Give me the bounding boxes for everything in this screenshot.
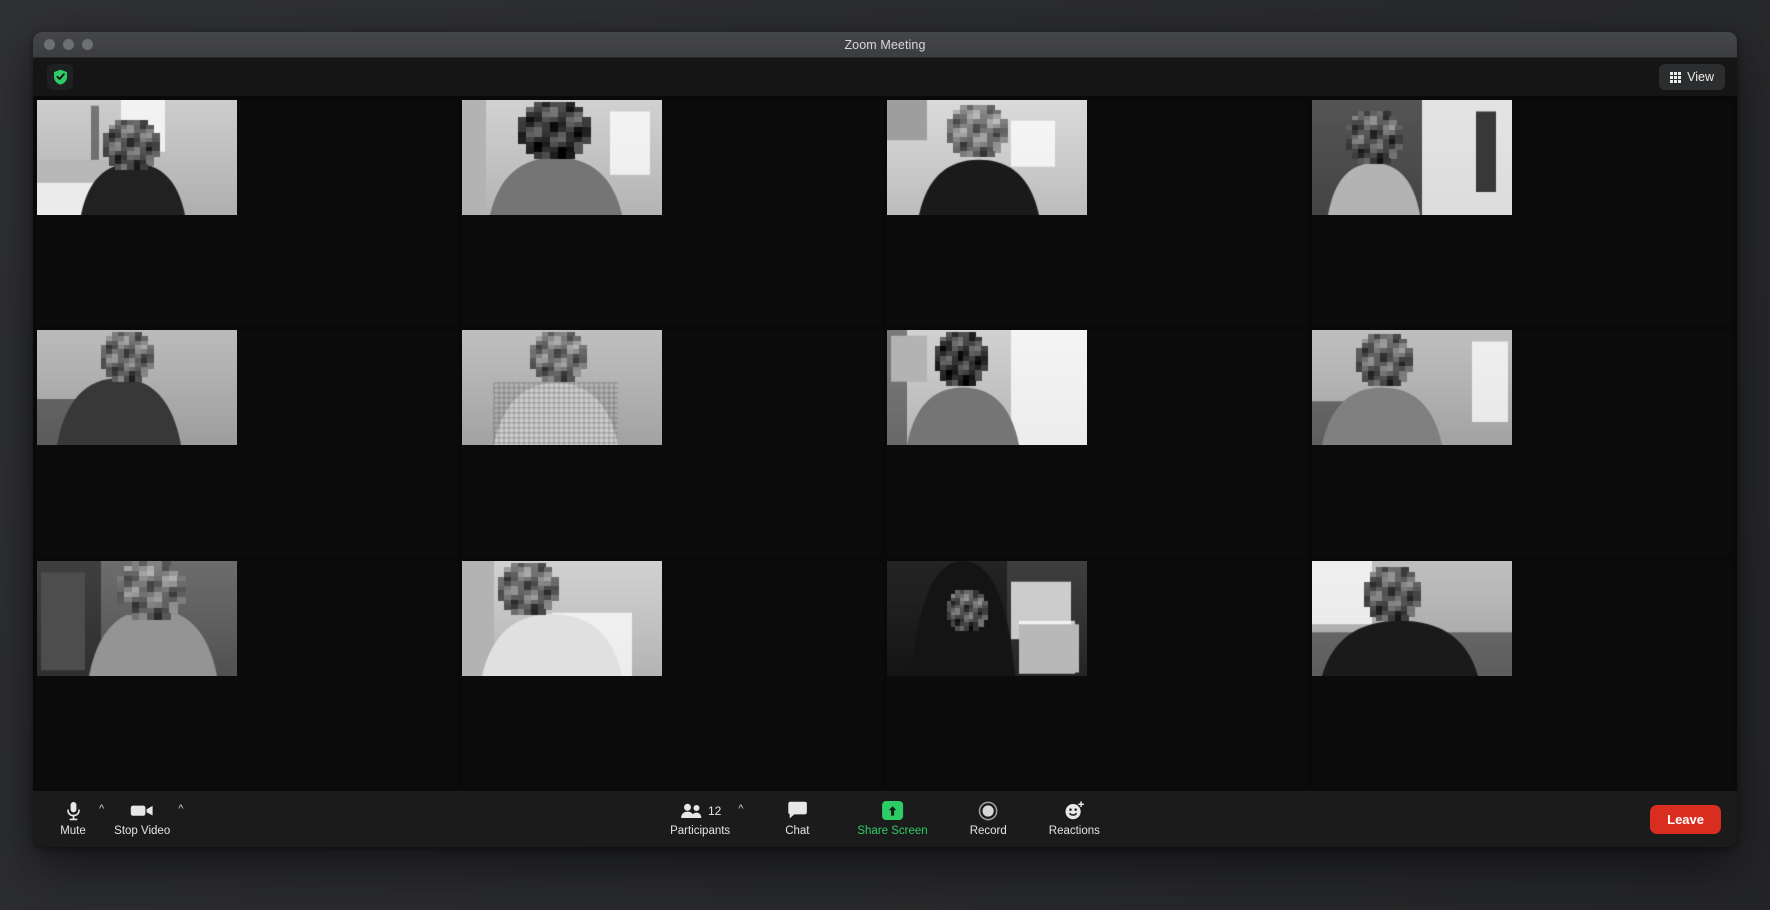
meeting-header: View	[33, 58, 1737, 96]
video-control-group: Stop Video ^	[108, 798, 183, 840]
toolbar-left-group: Mute ^ Stop Video ^	[49, 798, 183, 840]
reactions-smiley-icon	[1064, 800, 1085, 821]
share-screen-icon	[882, 800, 903, 821]
participants-options-chevron-up-icon[interactable]: ^	[738, 804, 743, 815]
view-button[interactable]: View	[1659, 64, 1725, 90]
desktop-background: Zoom Meeting View Mute ^ Stop Video ^ 12…	[0, 0, 1770, 910]
meeting-toolbar: Mute ^ Stop Video ^ 12 Participants ^ Ch…	[33, 790, 1737, 847]
close-window-button[interactable]	[44, 39, 55, 50]
video-tile[interactable]	[462, 100, 883, 326]
stop-video-label: Stop Video	[114, 825, 170, 838]
grid-icon	[1670, 72, 1681, 83]
record-button[interactable]: Record	[964, 798, 1013, 840]
toolbar-right-group: Leave	[1650, 805, 1721, 834]
video-tile[interactable]	[462, 330, 883, 556]
mute-label: Mute	[60, 825, 86, 838]
reactions-label: Reactions	[1049, 825, 1100, 838]
minimize-window-button[interactable]	[63, 39, 74, 50]
video-tile[interactable]	[887, 100, 1308, 326]
maximize-window-button[interactable]	[82, 39, 93, 50]
participants-label: Participants	[670, 825, 730, 838]
share-screen-button[interactable]: Share Screen	[851, 798, 933, 840]
participants-button[interactable]: 12 Participants	[664, 798, 736, 840]
chat-button[interactable]: Chat	[773, 798, 821, 840]
record-label: Record	[970, 825, 1007, 838]
participants-control-group: 12 Participants ^	[664, 798, 743, 840]
leave-button[interactable]: Leave	[1650, 805, 1721, 834]
record-circle-icon	[978, 800, 998, 821]
traffic-light-group	[33, 39, 93, 50]
stop-video-button[interactable]: Stop Video	[108, 798, 176, 840]
shield-check-icon[interactable]	[47, 64, 73, 90]
video-tile[interactable]	[37, 100, 458, 326]
video-gallery-grid	[33, 96, 1737, 790]
video-tile[interactable]	[462, 561, 883, 787]
participants-icon: 12	[679, 800, 721, 821]
microphone-icon	[66, 800, 81, 821]
participant-count: 12	[708, 804, 721, 818]
video-tile[interactable]	[37, 561, 458, 787]
mute-options-chevron-up-icon[interactable]: ^	[99, 804, 104, 815]
video-options-chevron-up-icon[interactable]: ^	[178, 804, 183, 815]
view-button-label: View	[1687, 70, 1714, 84]
video-tile[interactable]	[1312, 330, 1733, 556]
zoom-meeting-window: Zoom Meeting View Mute ^ Stop Video ^ 12…	[33, 32, 1737, 847]
video-tile[interactable]	[1312, 100, 1733, 326]
video-tile[interactable]	[37, 330, 458, 556]
video-tile[interactable]	[887, 561, 1308, 787]
video-tile[interactable]	[1312, 561, 1733, 787]
chat-bubble-icon	[787, 800, 808, 821]
mute-button[interactable]: Mute	[49, 798, 97, 840]
chat-label: Chat	[785, 825, 809, 838]
camera-icon	[130, 800, 154, 821]
toolbar-center-group: 12 Participants ^ Chat Share Screen Reco…	[664, 798, 1106, 840]
window-titlebar: Zoom Meeting	[33, 32, 1737, 58]
video-tile[interactable]	[887, 330, 1308, 556]
mute-control-group: Mute ^	[49, 798, 104, 840]
reactions-button[interactable]: Reactions	[1043, 798, 1106, 840]
share-screen-label: Share Screen	[857, 825, 927, 838]
window-title: Zoom Meeting	[33, 38, 1737, 52]
